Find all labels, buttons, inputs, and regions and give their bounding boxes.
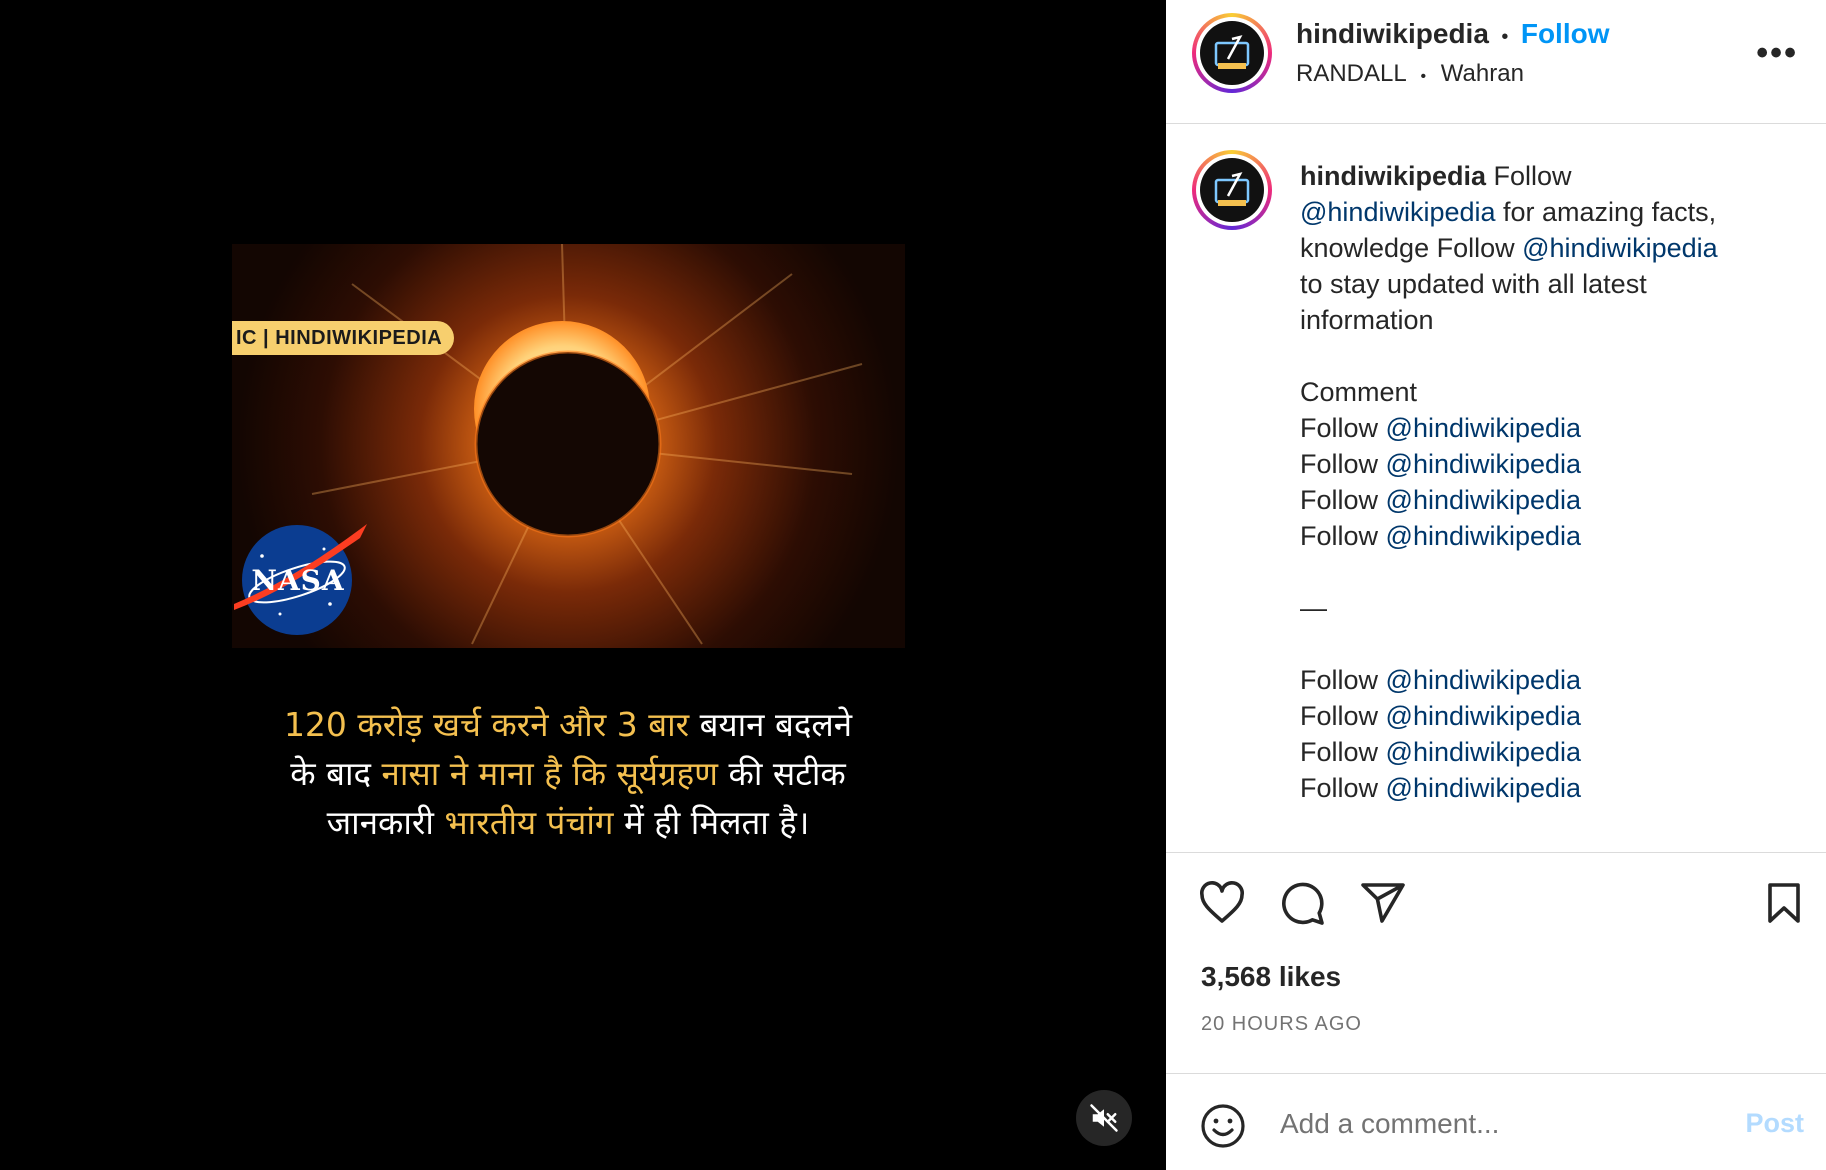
mention-link[interactable]: @hindiwikipedia xyxy=(1386,449,1582,479)
post-actions: 3,568 likes 20 HOURS AGO xyxy=(1166,853,1826,1074)
mention-link[interactable]: @hindiwikipedia xyxy=(1386,701,1582,731)
mention-link[interactable]: @hindiwikipedia xyxy=(1386,665,1582,695)
post-media[interactable]: IC | HINDIWIKIPEDIA NASA 120 करोड़ खर्च … xyxy=(0,0,1166,1170)
location-link[interactable]: Wahran xyxy=(1441,60,1524,87)
follow-word: Follow xyxy=(1300,521,1386,551)
paper-plane-icon xyxy=(1361,883,1405,923)
caption-text-1: बयान बदलने xyxy=(689,705,853,744)
caption-line-4: to stay updated with all latest xyxy=(1300,269,1647,299)
avatar[interactable] xyxy=(1192,13,1272,93)
emoji-button[interactable] xyxy=(1199,1102,1247,1155)
caption-line-5: information xyxy=(1300,305,1434,335)
video-frame[interactable]: IC | HINDIWIKIPEDIA NASA xyxy=(232,244,905,648)
mention-link[interactable]: @hindiwikipedia xyxy=(1522,233,1718,263)
caption-highlight-2: नासा ने माना है कि सूर्यग्रहण xyxy=(381,754,719,793)
post-timestamp[interactable]: 20 HOURS AGO xyxy=(1201,1013,1362,1036)
follow-button[interactable]: Follow xyxy=(1521,18,1610,49)
likes-count[interactable]: 3,568 likes xyxy=(1201,961,1341,993)
video-caption: 120 करोड़ खर्च करने और 3 बार बयान बदलने … xyxy=(252,700,884,847)
share-button[interactable] xyxy=(1359,879,1407,932)
post-panel: hindiwikipedia • Follow RANDALL • Wahran… xyxy=(1166,0,1826,1170)
header-separator-2: • xyxy=(1420,68,1427,85)
nasa-logo-text: NASA xyxy=(251,564,345,597)
book-feather-icon xyxy=(1214,35,1250,69)
caption-text-3b: में ही मिलता है। xyxy=(613,803,810,842)
bookmark-icon xyxy=(1768,883,1800,923)
smiley-icon xyxy=(1201,1104,1245,1148)
comment-button[interactable] xyxy=(1278,879,1326,932)
caption-comment-word: Comment xyxy=(1300,377,1418,407)
like-button[interactable] xyxy=(1198,879,1246,932)
speech-bubble-icon xyxy=(1282,882,1324,925)
follow-word: Follow xyxy=(1300,413,1386,443)
post-caption-area: hindiwikipedia Follow @hindiwikipedia fo… xyxy=(1166,124,1826,853)
hindiwikipedia-tag: IC | HINDIWIKIPEDIA xyxy=(232,321,455,355)
follow-word: Follow xyxy=(1300,737,1386,767)
mention-link[interactable]: @hindiwikipedia xyxy=(1386,413,1582,443)
follow-word: Follow xyxy=(1300,449,1386,479)
audio-link[interactable]: RANDALL xyxy=(1296,60,1406,87)
caption-highlight-3: भारतीय पंचांग xyxy=(444,803,614,842)
caption-dash: — xyxy=(1300,593,1327,623)
book-feather-icon xyxy=(1214,172,1250,206)
mention-link[interactable]: @hindiwikipedia xyxy=(1386,485,1582,515)
follow-word: Follow xyxy=(1300,701,1386,731)
mention-link[interactable]: @hindiwikipedia xyxy=(1300,197,1496,227)
follow-word: Follow xyxy=(1300,485,1386,515)
comment-input[interactable]: Add a comment... xyxy=(1280,1108,1499,1140)
speaker-muted-icon xyxy=(1090,1104,1118,1132)
follow-word: Follow xyxy=(1300,665,1386,695)
caption-text: hindiwikipedia Follow @hindiwikipedia fo… xyxy=(1300,158,1800,806)
caption-text-2b: की सटीक xyxy=(718,754,846,793)
header-username[interactable]: hindiwikipedia xyxy=(1296,18,1489,49)
comment-box: Add a comment... Post xyxy=(1166,1074,1826,1170)
tag-label: IC | HINDIWIKIPEDIA xyxy=(236,326,443,349)
caption-avatar[interactable] xyxy=(1192,150,1272,230)
post-comment-button[interactable]: Post xyxy=(1745,1108,1804,1139)
more-icon: ••• xyxy=(1756,34,1798,72)
follow-word: Follow xyxy=(1300,773,1386,803)
caption-text-3a: जानकारी xyxy=(326,803,445,842)
caption-highlight-1: 120 करोड़ खर्च करने और 3 बार xyxy=(283,705,690,744)
mention-link[interactable]: @hindiwikipedia xyxy=(1386,521,1582,551)
caption-line-2: for amazing facts, xyxy=(1495,197,1717,227)
caption-follow-word: Follow xyxy=(1486,161,1572,191)
heart-icon xyxy=(1200,881,1244,923)
more-options-button[interactable]: ••• xyxy=(1756,34,1798,73)
caption-username[interactable]: hindiwikipedia xyxy=(1300,161,1486,191)
mute-button[interactable] xyxy=(1076,1090,1132,1146)
post-header: hindiwikipedia • Follow RANDALL • Wahran… xyxy=(1166,0,1826,124)
caption-text-2a: के बाद xyxy=(290,754,382,793)
mention-link[interactable]: @hindiwikipedia xyxy=(1386,737,1582,767)
save-button[interactable] xyxy=(1760,879,1808,932)
mention-link[interactable]: @hindiwikipedia xyxy=(1386,773,1582,803)
header-separator: • xyxy=(1501,26,1509,48)
caption-line-3: knowledge Follow xyxy=(1300,233,1523,263)
